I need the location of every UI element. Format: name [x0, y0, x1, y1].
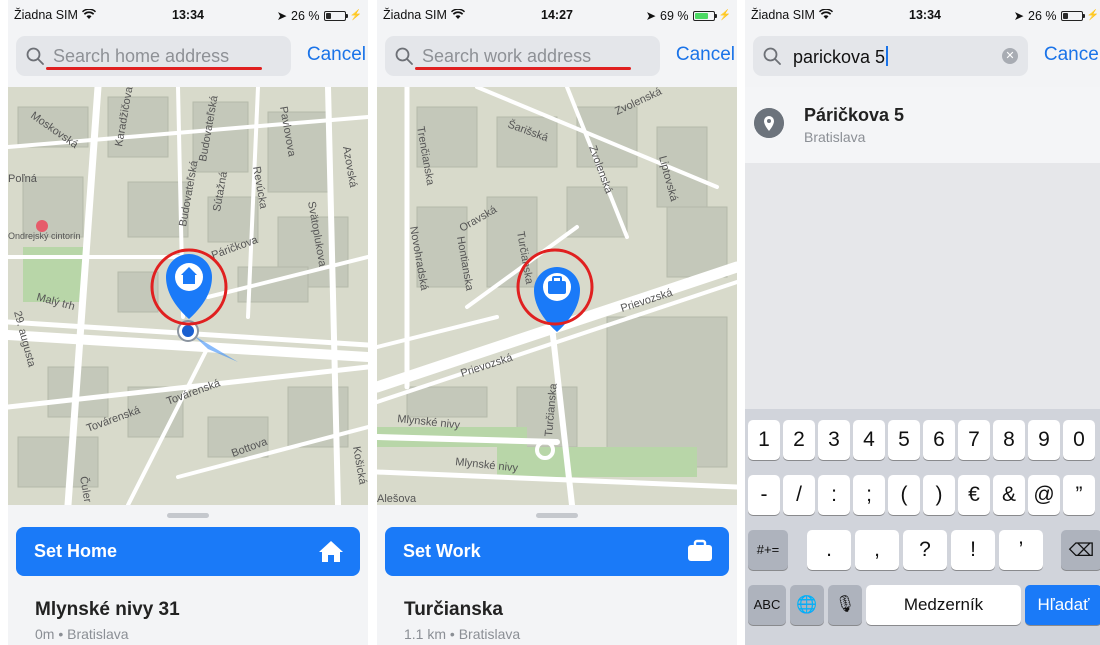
address-subtitle: 0m • Bratislava — [35, 626, 129, 642]
clear-icon[interactable]: ✕ — [1002, 48, 1018, 64]
key-5[interactable]: 5 — [888, 420, 920, 460]
key-question[interactable]: ? — [903, 530, 947, 570]
key-0[interactable]: 0 — [1063, 420, 1095, 460]
space-key[interactable]: Medzerník — [866, 585, 1021, 625]
charging-bolt-icon: ⚡ — [1086, 10, 1099, 21]
battery-percent: 26 % — [1028, 8, 1057, 23]
key-euro[interactable]: € — [958, 475, 990, 515]
key-6[interactable]: 6 — [923, 420, 955, 460]
map-label: Poľná — [8, 173, 38, 185]
text-caret — [886, 46, 889, 66]
home-icon — [319, 541, 343, 562]
location-pin-marker[interactable] — [534, 264, 580, 334]
key-more-symbols[interactable]: #+= — [748, 530, 788, 570]
map-label: Alešova — [377, 493, 417, 505]
search-query: parickova 5 — [793, 47, 886, 67]
key-at[interactable]: @ — [1028, 475, 1060, 515]
search-icon — [763, 47, 781, 65]
key-1[interactable]: 1 — [748, 420, 780, 460]
location-pin-icon — [754, 108, 784, 138]
key-period[interactable]: . — [807, 530, 851, 570]
result-subtitle: Bratislava — [804, 129, 866, 145]
key-comma[interactable]: , — [855, 530, 899, 570]
cancel-button[interactable]: Cancel — [676, 44, 735, 66]
address-title: Turčianska — [404, 599, 503, 620]
set-work-label: Set Work — [403, 541, 481, 561]
location-pin-marker[interactable] — [166, 252, 212, 322]
cancel-button[interactable]: Cancel — [1044, 44, 1100, 66]
battery-icon — [692, 10, 717, 21]
briefcase-icon — [688, 539, 712, 561]
key-close-paren[interactable]: ) — [923, 475, 955, 515]
search-bar: parickova 5 ✕ Cancel — [753, 36, 1100, 78]
set-work-screen: Žiadna SIM 14:27 ➤ 69 % ⚡ Search work addr… — [377, 0, 737, 645]
microphone-icon[interactable]: 🎙 — [828, 585, 862, 625]
search-icon — [395, 47, 413, 65]
map-view[interactable]: Zvolenská Trenčianska Šarišská Zvolenská… — [377, 87, 737, 505]
search-icon — [26, 47, 44, 65]
search-key[interactable]: Hľadať — [1025, 585, 1100, 625]
search-bar: Search work address Cancel — [385, 36, 737, 78]
on-screen-keyboard: 1 2 3 4 5 6 7 8 9 0 - / : ; ( ) € & @ ” … — [745, 409, 1100, 645]
key-semicolon[interactable]: ; — [853, 475, 885, 515]
map-view[interactable]: Moskovská Karadžičova Budovateľská Budov… — [8, 87, 368, 505]
battery-icon — [1060, 10, 1085, 21]
status-bar: Žiadna SIM 13:34 ➤ 26 % ⚡ — [8, 0, 368, 30]
search-placeholder: Search home address — [53, 46, 230, 66]
search-input[interactable]: parickova 5 ✕ — [753, 36, 1028, 76]
result-title: Páričkova 5 — [804, 105, 905, 125]
set-home-button[interactable]: Set Home — [16, 527, 360, 576]
set-home-label: Set Home — [34, 541, 118, 561]
battery-percent: 69 % — [660, 8, 689, 23]
search-input[interactable]: Search work address — [385, 36, 660, 76]
list-item[interactable]: Páričkova 5 Bratislava — [745, 87, 1100, 163]
annotation-underline — [46, 67, 262, 70]
key-2[interactable]: 2 — [783, 420, 815, 460]
annotation-underline — [415, 67, 631, 70]
set-home-screen: Žiadna SIM 13:34 ➤ 26 % ⚡ Search home addr… — [8, 0, 368, 645]
key-9[interactable]: 9 — [1028, 420, 1060, 460]
status-bar: Žiadna SIM 14:27 ➤ 69 % ⚡ — [377, 0, 737, 30]
key-exclamation[interactable]: ! — [951, 530, 995, 570]
location-arrow-icon: ➤ — [1013, 9, 1025, 23]
search-bar: Search home address Cancel — [16, 36, 368, 78]
location-arrow-icon: ➤ — [276, 9, 288, 23]
search-input[interactable]: Search home address — [16, 36, 291, 76]
key-slash[interactable]: / — [783, 475, 815, 515]
charging-bolt-icon: ⚡ — [718, 10, 731, 21]
key-open-paren[interactable]: ( — [888, 475, 920, 515]
globe-icon[interactable]: 🌐 — [790, 585, 824, 625]
drag-handle[interactable] — [536, 513, 578, 518]
location-arrow-icon: ➤ — [645, 9, 657, 23]
charging-bolt-icon: ⚡ — [349, 10, 362, 21]
address-title: Mlynské nivy 31 — [35, 599, 180, 620]
set-work-button[interactable]: Set Work — [385, 527, 729, 576]
key-apostrophe[interactable]: ’ — [999, 530, 1043, 570]
key-3[interactable]: 3 — [818, 420, 850, 460]
key-ampersand[interactable]: & — [993, 475, 1025, 515]
bottom-sheet: Set Home Mlynské nivy 31 0m • Bratislava — [8, 505, 368, 645]
key-quote[interactable]: ” — [1063, 475, 1095, 515]
key-8[interactable]: 8 — [993, 420, 1025, 460]
search-placeholder: Search work address — [422, 46, 592, 66]
search-results-screen: Žiadna SIM 13:34 ➤ 26 % ⚡ parickova 5 ✕ Ca… — [745, 0, 1100, 645]
cancel-button[interactable]: Cancel — [307, 44, 366, 66]
backspace-icon[interactable]: ⌫ — [1061, 530, 1100, 570]
drag-handle[interactable] — [167, 513, 209, 518]
key-7[interactable]: 7 — [958, 420, 990, 460]
key-colon[interactable]: : — [818, 475, 850, 515]
key-abc[interactable]: ABC — [748, 585, 786, 625]
bottom-sheet: Set Work Turčianska 1.1 km • Bratislava — [377, 505, 737, 645]
results-list: Páričkova 5 Bratislava — [745, 87, 1100, 409]
key-hyphen[interactable]: - — [748, 475, 780, 515]
battery-icon — [323, 10, 348, 21]
address-subtitle: 1.1 km • Bratislava — [404, 626, 521, 642]
key-4[interactable]: 4 — [853, 420, 885, 460]
status-bar: Žiadna SIM 13:34 ➤ 26 % ⚡ — [745, 0, 1100, 30]
battery-percent: 26 % — [291, 8, 320, 23]
map-label: Ondrejský cintorín — [8, 231, 81, 241]
